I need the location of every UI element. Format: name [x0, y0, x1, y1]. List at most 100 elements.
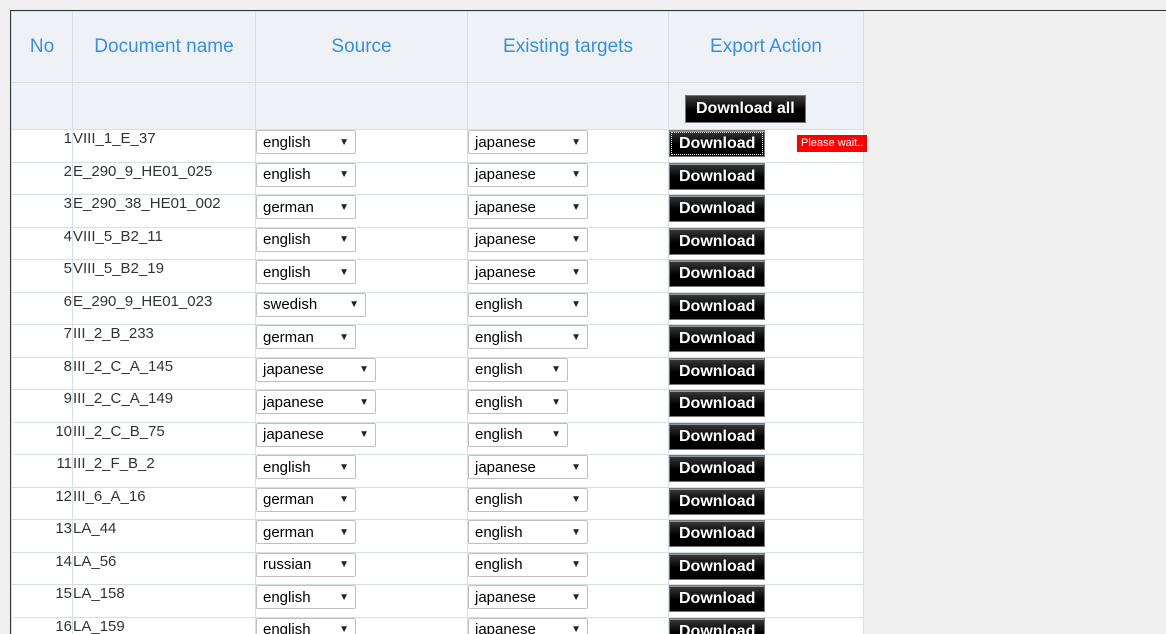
download-button[interactable]: Download [669, 618, 765, 634]
document-name: III_2_C_B_75 [73, 422, 256, 455]
download-button[interactable]: Download [669, 163, 765, 190]
target-select[interactable]: english▼ [468, 423, 568, 447]
table-row: 10III_2_C_B_75japanese▼english▼Download [12, 422, 864, 455]
source-cell: english▼ [256, 260, 468, 293]
export-panel: No Document name Source Existing targets… [10, 10, 1166, 634]
source-select[interactable]: english▼ [256, 455, 356, 479]
target-select[interactable]: japanese ▼ [468, 228, 588, 252]
download-all-button[interactable]: Download all [685, 95, 806, 123]
table-row: 1VIII_1_E_37english▼japanese▼DownloadPle… [12, 130, 864, 163]
export-action-cell: Download [669, 325, 864, 358]
source-cell: japanese▼ [256, 357, 468, 390]
source-select[interactable]: german▼ [256, 488, 356, 512]
target-select[interactable]: japanese ▼ [468, 130, 588, 154]
source-select[interactable]: japanese▼ [256, 358, 376, 382]
source-select[interactable]: swedish▼ [256, 293, 366, 317]
table-row: 6E_290_9_HE01_023swedish▼english▼Downloa… [12, 292, 864, 325]
target-select[interactable]: japanese▼ [468, 260, 588, 284]
chevron-down-icon: ▼ [571, 234, 581, 245]
source-select[interactable]: english▼ [256, 585, 356, 609]
download-button[interactable]: Download [669, 455, 765, 482]
download-button[interactable]: Download [669, 553, 765, 580]
download-button[interactable]: Download [669, 195, 765, 222]
download-button[interactable]: Download [669, 130, 765, 157]
download-button[interactable]: Download [669, 260, 765, 287]
table-row: 4VIII_5_B2_11english▼japanese▼Download [12, 227, 864, 260]
export-action-cell: Download [669, 422, 864, 455]
target-cell: japanese▼ [468, 260, 669, 293]
source-select-value: english [263, 264, 311, 281]
source-select[interactable]: japanese▼ [256, 423, 376, 447]
target-select[interactable]: english▼ [468, 325, 588, 349]
source-select[interactable]: english▼ [256, 163, 356, 187]
target-select[interactable]: english ▼ [468, 520, 588, 544]
export-action-cell: Download [669, 260, 864, 293]
source-select-value: russian [263, 556, 311, 573]
source-cell: german▼ [256, 195, 468, 228]
chevron-down-icon: ▼ [339, 559, 349, 570]
download-button[interactable]: Download [669, 390, 765, 417]
source-cell: english▼ [256, 227, 468, 260]
chevron-down-icon: ▼ [571, 137, 581, 148]
table-row: 14LA_56russian▼english▼Download [12, 552, 864, 585]
chevron-down-icon: ▼ [571, 527, 581, 538]
row-number: 3 [12, 195, 73, 228]
export-action-cell: Download [669, 292, 864, 325]
document-name: VIII_5_B2_19 [73, 260, 256, 293]
target-select-value: english [475, 296, 523, 313]
target-select-value: english [475, 329, 523, 346]
source-select[interactable]: english▼ [256, 260, 356, 284]
target-select[interactable]: english▼ [468, 553, 588, 577]
download-button[interactable]: Download [669, 325, 765, 352]
target-select[interactable]: japanese▼ [468, 618, 588, 634]
source-cell: japanese▼ [256, 422, 468, 455]
chevron-down-icon: ▼ [339, 332, 349, 343]
download-button[interactable]: Download [669, 520, 765, 547]
source-select[interactable]: german▼ [256, 325, 356, 349]
target-select[interactable]: japanese▼ [468, 585, 588, 609]
export-action-cell: Download [669, 520, 864, 553]
table-row: 8III_2_C_A_145japanese▼english▼Download [12, 357, 864, 390]
source-select[interactable]: german▼ [256, 195, 356, 219]
source-select[interactable]: german▼ [256, 520, 356, 544]
source-select[interactable]: english▼ [256, 228, 356, 252]
source-select[interactable]: english▼ [256, 618, 356, 634]
target-select[interactable]: english▼ [468, 358, 568, 382]
download-button[interactable]: Download [669, 293, 765, 320]
document-name: LA_159 [73, 617, 256, 634]
source-select[interactable]: japanese▼ [256, 390, 376, 414]
document-name: LA_44 [73, 520, 256, 553]
download-button[interactable]: Download [669, 488, 765, 515]
column-header-existing-targets: Existing targets [468, 12, 669, 83]
table-row: 7III_2_B_233german▼english▼Download [12, 325, 864, 358]
target-select[interactable]: japanese▼ [468, 163, 588, 187]
target-select[interactable]: english▼ [468, 293, 588, 317]
target-cell: english▼ [468, 357, 669, 390]
download-button[interactable]: Download [669, 228, 765, 255]
target-select[interactable]: english▼ [468, 390, 568, 414]
chevron-down-icon: ▼ [339, 202, 349, 213]
document-name: E_290_9_HE01_023 [73, 292, 256, 325]
target-cell: japanese▼ [468, 585, 669, 618]
table-row: 3E_290_38_HE01_002german▼japanese▼Downlo… [12, 195, 864, 228]
download-button[interactable]: Download [669, 585, 765, 612]
source-select-value: english [263, 166, 311, 183]
target-select[interactable]: english▼ [468, 488, 588, 512]
target-select-value: japanese [475, 621, 536, 634]
target-select[interactable]: japanese▼ [468, 195, 588, 219]
source-select[interactable]: russian ▼ [256, 553, 356, 577]
source-select-value: german [263, 524, 314, 541]
source-select[interactable]: english▼ [256, 130, 356, 154]
document-name: III_6_A_16 [73, 487, 256, 520]
chevron-down-icon: ▼ [339, 494, 349, 505]
target-select[interactable]: japanese▼ [468, 455, 588, 479]
download-button[interactable]: Download [669, 423, 765, 450]
target-select-value: english [475, 524, 523, 541]
target-select-value: japanese [475, 134, 536, 151]
chevron-down-icon: ▼ [571, 592, 581, 603]
document-name: III_2_F_B_2 [73, 455, 256, 488]
target-select-value: japanese [475, 231, 536, 248]
download-button[interactable]: Download [669, 358, 765, 385]
chevron-down-icon: ▼ [339, 137, 349, 148]
table-row: 15LA_158english▼japanese▼Download [12, 585, 864, 618]
